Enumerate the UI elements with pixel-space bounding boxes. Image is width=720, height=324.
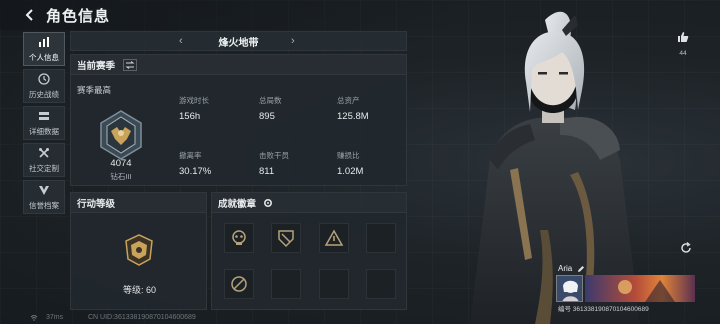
rank-score: 4074	[110, 158, 132, 169]
badge-slot-6[interactable]	[271, 269, 301, 299]
sidebar-item-label: 信誉档案	[29, 201, 59, 210]
player-name-row: Aria	[558, 264, 585, 273]
badge-slot-2[interactable]	[271, 223, 301, 253]
warning-triangle-badge-icon	[324, 229, 344, 246]
sidebar-item-personal-info[interactable]: 个人信息	[23, 32, 65, 66]
header-bar: 角色信息	[0, 0, 460, 30]
page-title: 角色信息	[46, 7, 111, 25]
stat-value: 1.02M	[337, 166, 364, 177]
stat-total-matches: 总局数 895	[259, 95, 334, 122]
stat-label: 总资产	[337, 96, 360, 105]
season-panel: 当前赛季 赛季最高 4074 钻石III 游戏时长 156h 总局数 895 总…	[70, 54, 407, 186]
data-cards-icon	[37, 109, 51, 123]
badge-slot-7[interactable]	[319, 269, 349, 299]
sidebar-item-label: 社交定制	[29, 164, 59, 173]
badge-slot-4[interactable]	[366, 223, 396, 253]
like-button[interactable]: 44	[674, 30, 692, 57]
stat-label: 游戏时长	[179, 96, 209, 105]
player-uid: 编号 361338190870104600689	[558, 306, 649, 313]
stat-value: 125.8M	[337, 111, 369, 122]
stat-profit-ratio: 赚损比 1.02M	[337, 150, 412, 177]
back-button[interactable]	[24, 8, 38, 22]
stat-label: 总局数	[259, 96, 282, 105]
back-arrow-icon	[25, 9, 33, 21]
sidebar-item-reputation[interactable]: 信誉档案	[23, 180, 65, 214]
badge-slot-3[interactable]	[319, 223, 349, 253]
latency-text: 37ms	[46, 314, 64, 321]
mode-selector: ‹ 烽火地带 ›	[70, 31, 407, 51]
shield-blade-badge-icon	[278, 230, 294, 248]
season-title: 当前赛季	[77, 60, 116, 72]
next-mode-button[interactable]: ›	[291, 35, 295, 47]
sidebar-item-detailed-data[interactable]: 详细数据	[23, 106, 65, 140]
shield-badge-icon	[37, 183, 51, 197]
achievements-panel: 成就徽章	[211, 192, 407, 310]
wifi-icon	[30, 315, 38, 321]
badge-slot-5[interactable]	[224, 269, 254, 299]
no-entry-badge-icon	[231, 276, 247, 292]
rotate-refresh-icon[interactable]	[680, 242, 692, 254]
achievements-title: 成就徽章	[218, 198, 257, 210]
level-value: 等级: 60	[122, 285, 156, 295]
stat-label: 赚损比	[337, 151, 360, 160]
history-clock-icon	[37, 72, 51, 86]
sidebar-nav: 个人信息 历史战绩 详细数据 社交定制 信誉档案	[23, 32, 65, 217]
stat-value: 30.17%	[179, 166, 212, 177]
sidebar-item-history[interactable]: 历史战绩	[23, 69, 65, 103]
level-emblem-icon	[125, 234, 153, 266]
achievements-header: 成就徽章	[212, 193, 406, 213]
stat-label: 撤离率	[179, 151, 202, 160]
stat-label: 击败干员	[259, 151, 289, 160]
level-header: 行动等级	[71, 193, 206, 213]
stat-value: 156h	[179, 111, 201, 122]
level-title: 行动等级	[77, 198, 116, 210]
prev-mode-button[interactable]: ‹	[179, 35, 183, 47]
bar-chart-icon	[37, 35, 51, 49]
season-best-label: 赛季最高	[77, 85, 112, 95]
like-count: 44	[679, 50, 687, 57]
achievements-settings-button[interactable]	[262, 197, 274, 209]
diamond-rank-icon	[100, 110, 142, 160]
stat-value: 811	[259, 166, 275, 177]
sidebar-item-label: 详细数据	[29, 127, 59, 136]
wrench-tools-icon	[37, 146, 51, 160]
thumbs-up-icon	[678, 32, 689, 42]
badge-slot-1[interactable]	[224, 223, 254, 253]
swap-icon	[125, 60, 135, 69]
bottom-uid: CN UID:361338190870104600689	[88, 314, 196, 321]
sidebar-item-label: 历史战绩	[29, 90, 59, 99]
season-header: 当前赛季	[71, 55, 406, 75]
avatar	[556, 275, 583, 302]
stat-total-assets: 总资产 125.8M	[337, 95, 412, 122]
stat-extraction-rate: 撤离率 30.17%	[179, 150, 254, 177]
stat-value: 895	[259, 111, 275, 122]
player-card[interactable]	[556, 275, 696, 302]
edit-pencil-icon[interactable]	[577, 265, 585, 273]
mode-name: 烽火地带	[218, 37, 259, 49]
player-banner	[585, 275, 695, 302]
action-level-panel: 行动等级 等级: 60	[70, 192, 207, 310]
network-status: 37ms	[30, 314, 63, 321]
sidebar-item-label: 个人信息	[29, 53, 59, 62]
stat-play-time: 游戏时长 156h	[179, 95, 254, 122]
sidebar-item-social[interactable]: 社交定制	[23, 143, 65, 177]
rank-name: 钻石III	[110, 172, 132, 181]
gear-icon	[264, 198, 273, 207]
badge-slot-8[interactable]	[366, 269, 396, 299]
player-name: Aria	[558, 264, 573, 273]
stat-operators-defeated: 击败干员 811	[259, 150, 334, 177]
season-switch-button[interactable]	[123, 58, 138, 71]
skull-badge-icon	[232, 230, 246, 245]
